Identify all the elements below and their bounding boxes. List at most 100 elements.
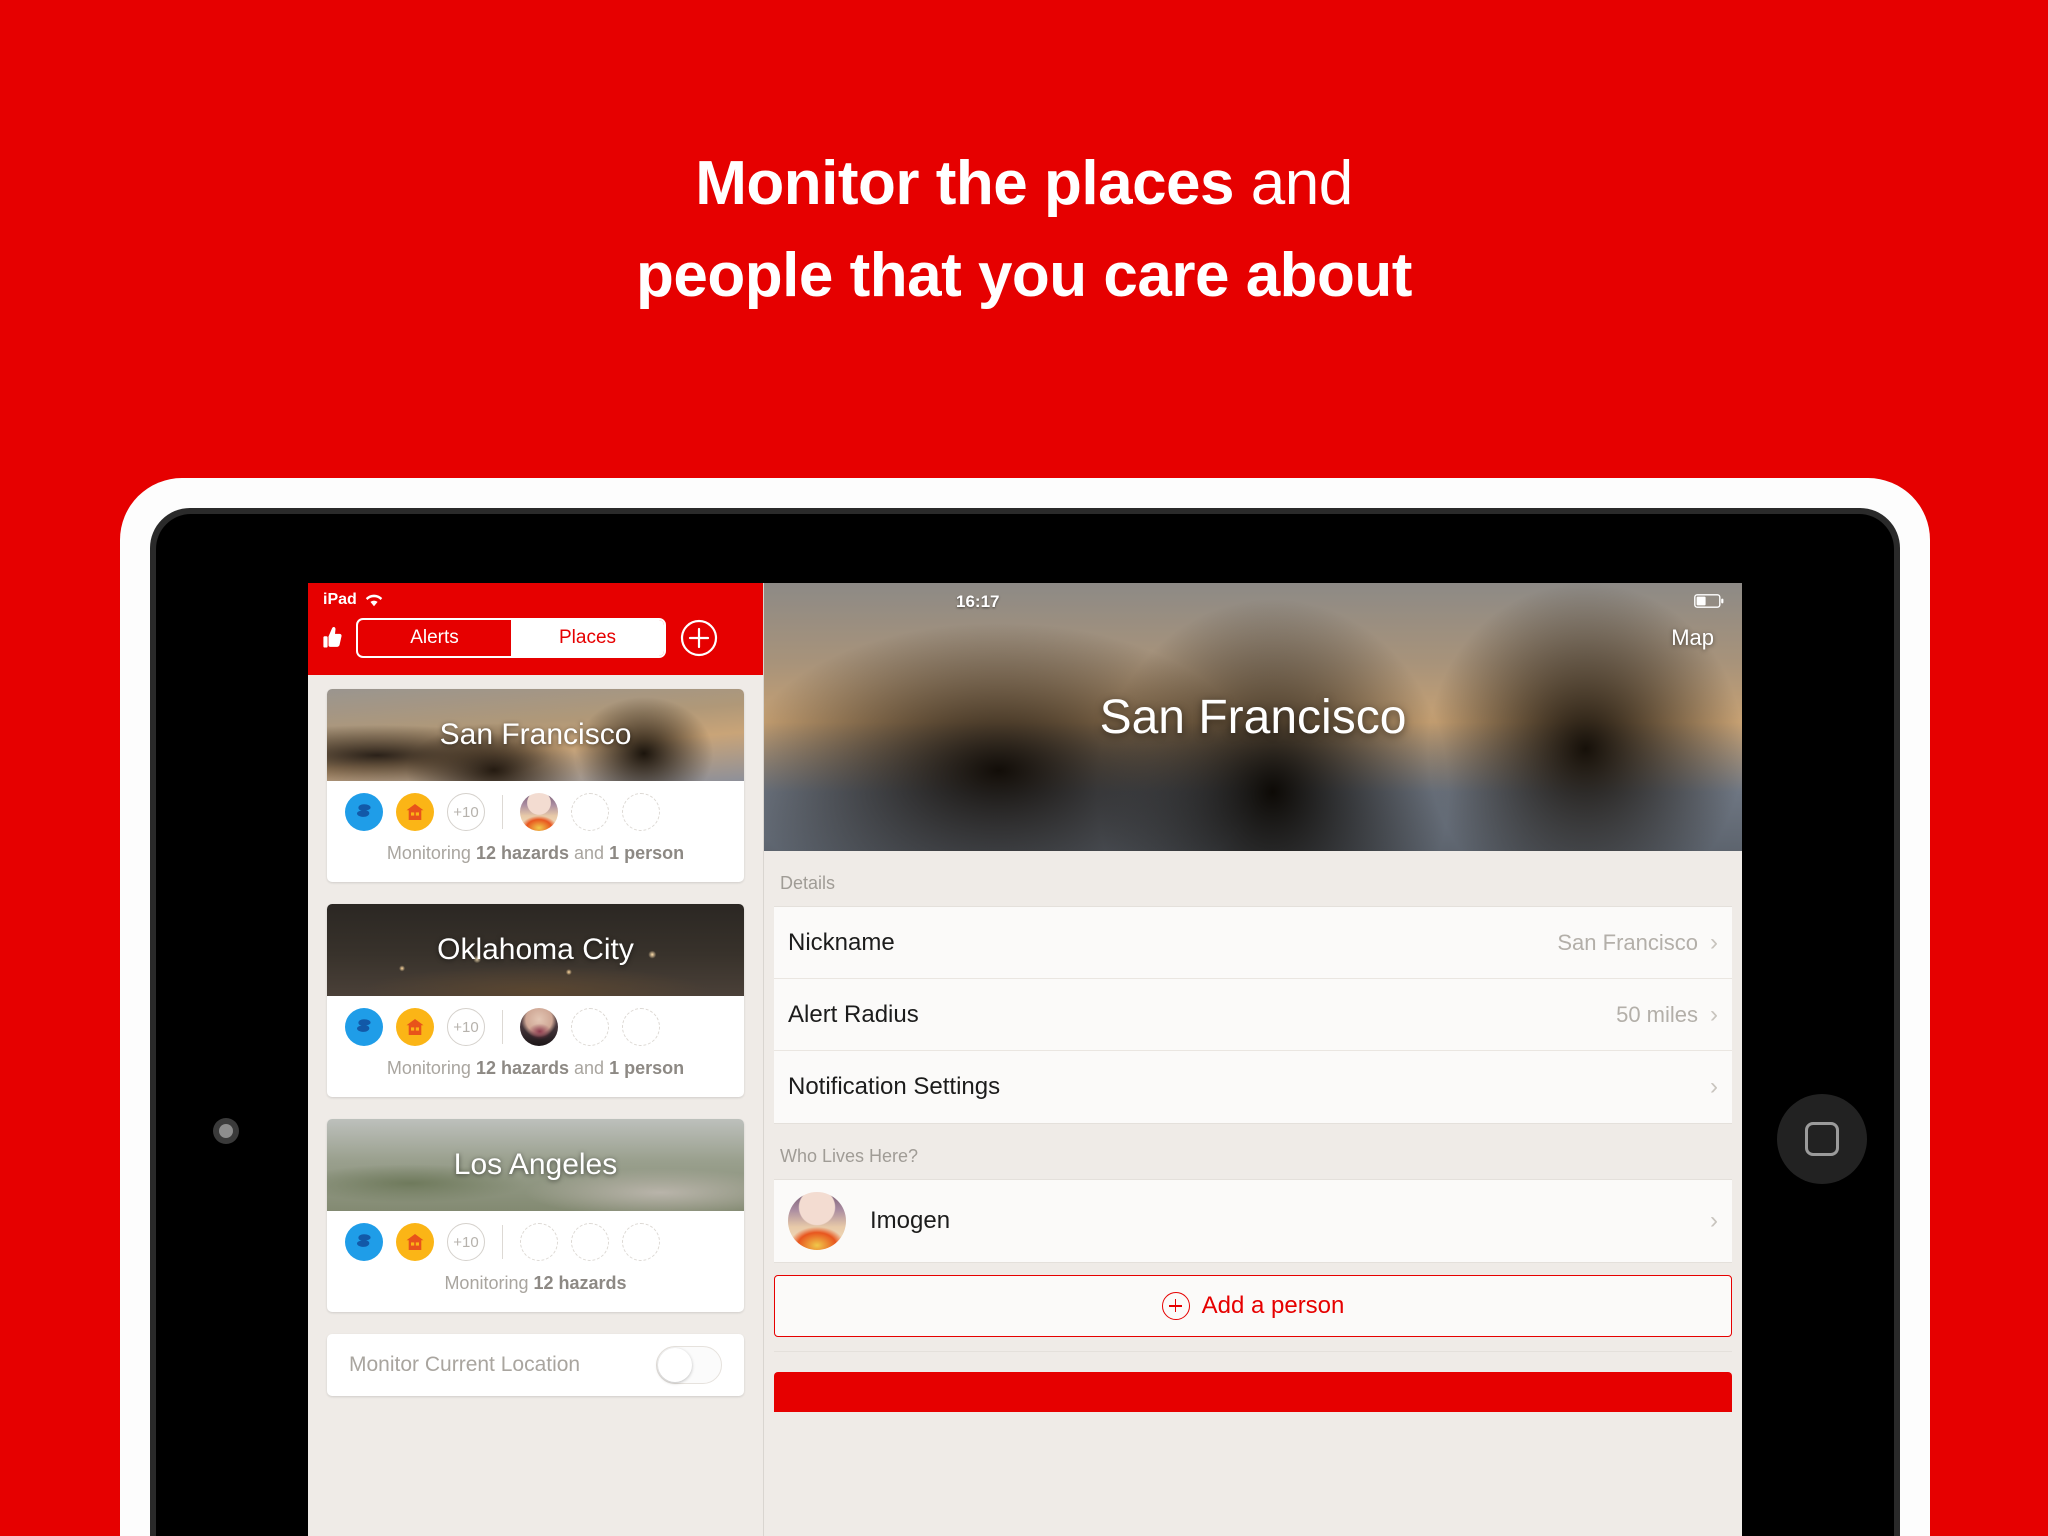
device-name-label: iPad: [323, 591, 357, 608]
person-row-imogen[interactable]: Imogen ›: [774, 1180, 1732, 1262]
add-a-person-button[interactable]: Add a person: [774, 1275, 1732, 1337]
icon-divider: [502, 1225, 503, 1259]
place-card-title: Oklahoma City: [437, 933, 634, 966]
monitor-current-location-toggle[interactable]: [656, 1346, 722, 1384]
row-nickname[interactable]: Nickname San Francisco ›: [774, 907, 1732, 979]
place-card-icon-row: +10: [327, 996, 744, 1054]
chevron-right-icon: ›: [1710, 1073, 1718, 1100]
caption-hazards: 12 hazards: [475, 843, 570, 863]
hurricane-icon[interactable]: [345, 1008, 383, 1046]
place-card-image: Los Angeles: [327, 1119, 744, 1211]
place-card-caption: Monitoring 12 hazards: [327, 1269, 744, 1312]
primary-cta-button[interactable]: [774, 1372, 1732, 1412]
place-card-los-angeles[interactable]: Los Angeles +10 Monitoring 12 hazards: [327, 1119, 744, 1312]
divider: [774, 1351, 1732, 1352]
home-square-icon: [1805, 1122, 1839, 1156]
empty-person-slot[interactable]: [571, 1223, 609, 1261]
home-button[interactable]: [1777, 1094, 1867, 1184]
caption-prefix: Monitoring: [386, 1058, 476, 1078]
monitor-current-location-row[interactable]: Monitor Current Location: [327, 1334, 744, 1396]
icon-divider: [502, 795, 503, 829]
alerts-places-segmented-control[interactable]: Alerts Places: [356, 618, 666, 658]
thumbs-up-icon[interactable]: [322, 625, 344, 651]
sidebar: iPad Alerts Places San Francisco +10 Mon…: [308, 583, 763, 1536]
app-screen: iPad Alerts Places San Francisco +10 Mon…: [308, 583, 1742, 1536]
caption-people: 1 person: [609, 843, 685, 863]
toggle-knob: [658, 1348, 692, 1382]
place-card-caption: Monitoring 12 hazards and 1 person: [327, 839, 744, 882]
empty-person-slot[interactable]: [571, 1008, 609, 1046]
empty-person-slot[interactable]: [520, 1223, 558, 1261]
place-card-san-francisco[interactable]: San Francisco +10 Monitoring 12 hazards …: [327, 689, 744, 882]
headline-strong: Monitor the places: [695, 149, 1235, 218]
place-card-icon-row: +10: [327, 1211, 744, 1269]
chevron-right-icon: ›: [1710, 1207, 1718, 1234]
map-button[interactable]: Map: [1671, 625, 1714, 651]
details-section-header: Details: [780, 873, 836, 893]
empty-person-slot[interactable]: [622, 1223, 660, 1261]
front-camera-icon: [213, 1118, 239, 1144]
row-label: Notification Settings: [788, 1073, 1001, 1100]
row-alert-radius[interactable]: Alert Radius 50 miles ›: [774, 979, 1732, 1051]
caption-hazards: 12 hazards: [533, 1273, 627, 1293]
caption-middle: and: [569, 843, 610, 863]
tab-alerts[interactable]: Alerts: [358, 620, 511, 656]
caption-hazards: 12 hazards: [475, 1058, 570, 1078]
detail-panel: 16:17 Map San Francisco Details Nickname…: [763, 583, 1742, 1536]
chevron-right-icon: ›: [1710, 928, 1718, 956]
empty-person-slot[interactable]: [622, 1008, 660, 1046]
place-card-title: Los Angeles: [453, 1148, 618, 1181]
add-place-button[interactable]: [678, 617, 720, 659]
wifi-icon: [365, 594, 382, 606]
avatar: [788, 1192, 846, 1250]
marketing-headline: Monitor the places and people that you c…: [0, 138, 2048, 322]
caption-people: 1 person: [609, 1058, 685, 1078]
person-avatar[interactable]: [520, 1008, 558, 1046]
caption-prefix: Monitoring: [386, 843, 476, 863]
row-label: Alert Radius: [788, 1000, 919, 1028]
house-hazard-icon[interactable]: [396, 1223, 434, 1261]
house-hazard-icon[interactable]: [396, 1008, 434, 1046]
house-hazard-icon[interactable]: [396, 793, 434, 831]
hurricane-icon[interactable]: [345, 793, 383, 831]
headline-line-2: people that you care about: [636, 240, 1412, 310]
people-list: Imogen ›: [774, 1179, 1732, 1263]
hazard-count-badge[interactable]: +10: [447, 793, 485, 831]
empty-person-slot[interactable]: [622, 793, 660, 831]
row-value: 50 miles: [1616, 1001, 1698, 1027]
sidebar-nav-bar: iPad Alerts Places: [308, 583, 763, 675]
status-bar-left: iPad: [323, 591, 384, 609]
person-name: Imogen: [870, 1207, 951, 1234]
row-label: Nickname: [788, 928, 895, 956]
plus-circle-icon: [1161, 1292, 1190, 1320]
place-card-caption: Monitoring 12 hazards and 1 person: [327, 1054, 744, 1097]
add-a-person-label: Add a person: [1201, 1292, 1345, 1319]
detail-body: Details Nickname San Francisco › Alert R…: [764, 851, 1742, 1536]
row-notification-settings[interactable]: Notification Settings ›: [774, 1051, 1732, 1123]
hurricane-icon[interactable]: [345, 1223, 383, 1261]
who-lives-here-header: Who Lives Here?: [780, 1146, 919, 1166]
place-card-oklahoma-city[interactable]: Oklahoma City +10 Monitoring 12 hazards …: [327, 904, 744, 1097]
caption-prefix: Monitoring: [444, 1273, 534, 1293]
empty-person-slot[interactable]: [571, 793, 609, 831]
monitor-current-location-label: Monitor Current Location: [349, 1353, 581, 1376]
caption-middle: and: [569, 1058, 610, 1078]
sidebar-nav-row: Alerts Places: [308, 617, 763, 659]
details-list: Nickname San Francisco › Alert Radius 50…: [774, 906, 1732, 1124]
places-list[interactable]: San Francisco +10 Monitoring 12 hazards …: [308, 675, 763, 1536]
place-card-image: Oklahoma City: [327, 904, 744, 996]
place-card-icon-row: +10: [327, 781, 744, 839]
place-card-image: San Francisco: [327, 689, 744, 781]
tab-places[interactable]: Places: [511, 620, 664, 656]
icon-divider: [502, 1010, 503, 1044]
detail-hero-title: San Francisco: [1099, 690, 1407, 744]
person-avatar[interactable]: [520, 793, 558, 831]
hazard-count-badge[interactable]: +10: [447, 1223, 485, 1261]
battery-icon: [1694, 594, 1724, 608]
status-bar-time: 16:17: [956, 592, 1000, 611]
chevron-right-icon: ›: [1710, 1000, 1718, 1028]
detail-hero-image: 16:17 Map San Francisco: [764, 583, 1742, 851]
hazard-count-badge[interactable]: +10: [447, 1008, 485, 1046]
headline-line-1: Monitor the places and: [0, 138, 2048, 230]
row-value: San Francisco: [1557, 929, 1698, 955]
